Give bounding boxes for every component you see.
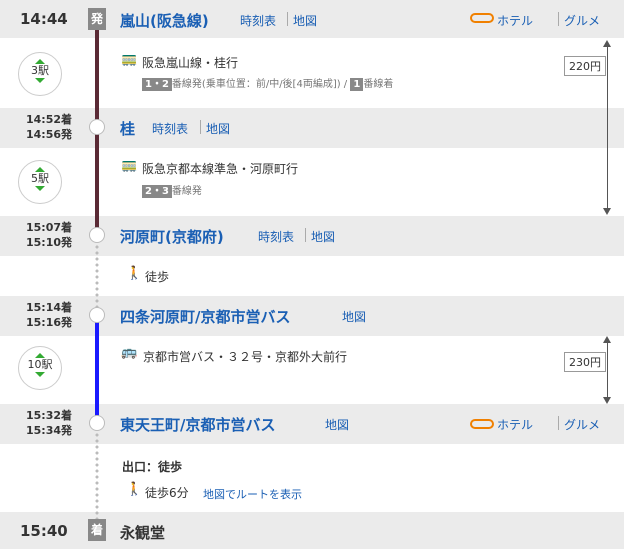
station-times: 15:14着 15:16発 xyxy=(0,300,72,330)
departure-time: 14:56発 xyxy=(25,128,72,141)
station-times: 14:52着 14:56発 xyxy=(0,112,72,142)
arrival-station: 永観堂 xyxy=(120,524,166,542)
arrival-time: 15:40 xyxy=(20,522,68,540)
platform-number: 1 xyxy=(350,78,364,91)
stop-count: 3駅 xyxy=(31,64,49,77)
fare-label: 230円 xyxy=(564,352,606,372)
walking-icon: 🚶 xyxy=(126,482,143,497)
stop-count: 5駅 xyxy=(31,172,49,185)
walk-route-line xyxy=(95,244,99,308)
arrow-down-icon xyxy=(603,397,611,404)
stop-count: 10駅 xyxy=(27,358,53,371)
platform-text: 番線発(乗車位置：前/中/後[4両編成]) / xyxy=(171,79,348,90)
chevron-down-icon xyxy=(35,186,45,191)
station-times: 15:07着 15:10発 xyxy=(0,220,72,250)
timetable-link[interactable]: 時刻表 xyxy=(152,120,188,137)
divider xyxy=(558,12,559,26)
map-link[interactable]: 地図 xyxy=(206,120,230,137)
station-name[interactable]: 河原町(京都府) xyxy=(120,226,224,247)
chevron-down-icon xyxy=(35,372,45,377)
route-name: 京都市営バス・３２号・京都外大前行 xyxy=(143,350,348,364)
divider xyxy=(200,120,201,134)
arrival-time: 14:52着 xyxy=(25,113,72,126)
platform-info: 2・3 番線発 xyxy=(142,182,202,198)
divider xyxy=(287,12,288,26)
platform-text: 番線着 xyxy=(363,79,394,90)
hotel-logo-icon xyxy=(470,13,494,23)
train-icon: 🚃 xyxy=(121,52,138,67)
gourmet-link[interactable]: グルメ xyxy=(564,12,600,29)
timetable-link[interactable]: 時刻表 xyxy=(258,228,294,245)
timetable-link[interactable]: 時刻表 xyxy=(240,12,276,29)
map-link[interactable]: 地図 xyxy=(325,416,349,433)
arrow-down-icon xyxy=(603,208,611,215)
walk-label: 徒歩 xyxy=(145,270,170,284)
hotel-link[interactable]: ホテル xyxy=(497,12,533,29)
fare-range-line xyxy=(607,46,608,210)
fare-range-line xyxy=(607,342,608,398)
stop-count-toggle[interactable]: 5駅 xyxy=(18,160,62,204)
station-name[interactable]: 四条河原町/京都市営バス xyxy=(120,306,290,327)
bus-route-line xyxy=(95,320,99,420)
map-link[interactable]: 地図 xyxy=(342,308,366,325)
exit-label: 出口：徒歩 xyxy=(122,460,183,474)
station-node xyxy=(89,119,105,135)
stop-count-toggle[interactable]: 10駅 xyxy=(18,346,62,390)
stop-count-toggle[interactable]: 3駅 xyxy=(18,52,62,96)
departure-time: 15:16発 xyxy=(25,316,72,329)
map-link[interactable]: 地図 xyxy=(311,228,335,245)
station-name[interactable]: 桂 xyxy=(120,118,135,139)
walk-route-line xyxy=(95,432,99,522)
station-name[interactable]: 東天王町/京都市営バス xyxy=(120,414,275,435)
gourmet-link[interactable]: グルメ xyxy=(564,416,600,433)
hotel-link[interactable]: ホテル xyxy=(497,416,533,433)
departure-time: 15:10発 xyxy=(25,236,72,249)
walk-duration: 徒歩6分 xyxy=(145,486,189,500)
departure-time: 15:34発 xyxy=(25,424,72,437)
route-name: 阪急嵐山線・桂行 xyxy=(142,56,239,70)
platform-number: 2・3 xyxy=(142,185,172,198)
platform-text: 番線発 xyxy=(171,186,202,197)
show-route-link[interactable]: 地図でルートを表示 xyxy=(203,486,302,502)
station-node xyxy=(89,307,105,323)
arrival-time: 15:14着 xyxy=(25,301,72,314)
departure-time: 14:44 xyxy=(20,10,68,28)
chevron-down-icon xyxy=(35,78,45,83)
train-icon: 🚃 xyxy=(121,158,138,173)
arrival-time: 15:07着 xyxy=(25,221,72,234)
station-times: 15:32着 15:34発 xyxy=(0,408,72,438)
arrival-badge: 着 xyxy=(88,519,106,541)
hotel-logo-icon xyxy=(470,419,494,429)
divider xyxy=(558,416,559,430)
divider xyxy=(305,228,306,242)
map-link[interactable]: 地図 xyxy=(293,12,317,29)
route-name: 阪急京都本線準急・河原町行 xyxy=(142,162,299,176)
platform-number: 1・2 xyxy=(142,78,172,91)
arrival-time: 15:32着 xyxy=(25,409,72,422)
bus-icon: 🚌 xyxy=(121,345,138,360)
station-node xyxy=(89,415,105,431)
fare-label: 220円 xyxy=(564,56,606,76)
departure-station[interactable]: 嵐山(阪急線) xyxy=(120,10,209,31)
platform-info: 1・2 番線発(乗車位置：前/中/後[4両編成]) / 1 番線着 xyxy=(142,75,393,91)
departure-badge: 発 xyxy=(88,8,106,30)
station-node xyxy=(89,227,105,243)
walking-icon: 🚶 xyxy=(126,266,143,281)
